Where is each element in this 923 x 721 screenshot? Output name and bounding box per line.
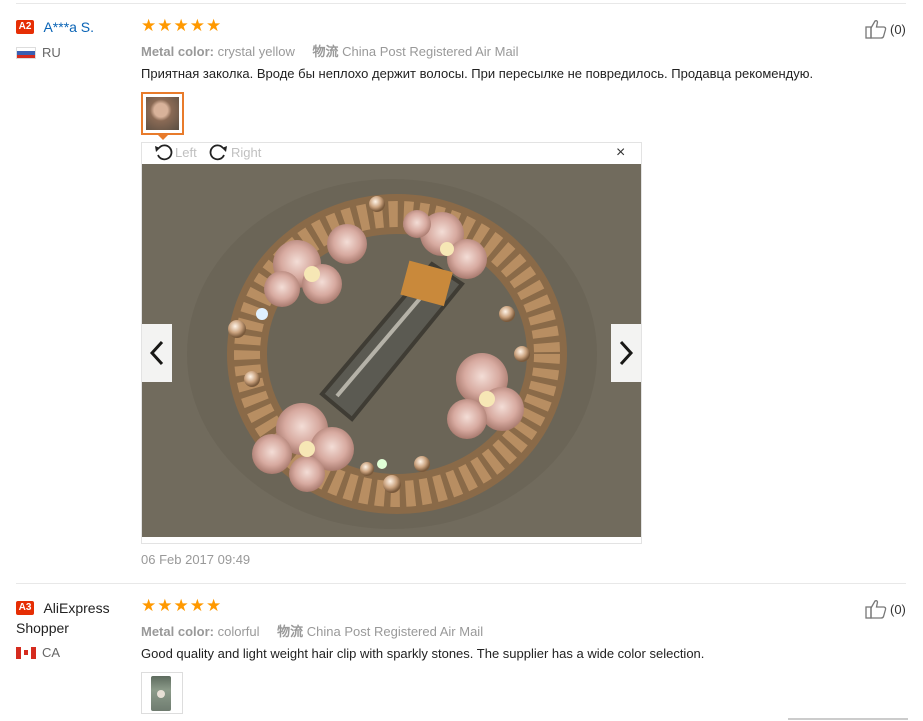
flag-ru-icon: [16, 46, 36, 59]
rotate-right-icon: [209, 144, 227, 161]
shipping-label: 物流: [312, 44, 339, 59]
photo-viewer: Left Right ×: [141, 142, 642, 544]
thumbs-up-icon: [865, 20, 887, 39]
review-photo-large: [142, 164, 641, 537]
color-label: Metal color:: [141, 44, 214, 59]
review-text: Good quality and light weight hair clip …: [141, 646, 705, 661]
divider: [16, 583, 906, 584]
color-value: crystal yellow: [217, 44, 295, 59]
rotate-left-icon: [155, 144, 173, 161]
review-text: Приятная заколка. Вроде бы неплохо держи…: [141, 66, 814, 81]
helpful-button[interactable]: (0): [865, 19, 906, 39]
shipping-value: China Post Registered Air Mail: [306, 624, 484, 639]
review-attributes: Metal color: colorful 物流 China Post Regi…: [141, 621, 483, 640]
rotate-left-button[interactable]: Left: [154, 143, 197, 161]
review-date: 06 Feb 2017 09:49: [141, 552, 251, 567]
scrollbar-hint: [788, 718, 908, 720]
viewer-toolbar: Left Right ×: [142, 143, 641, 163]
review-photo-thumbnail[interactable]: [141, 672, 183, 714]
reviewer-name-line2: Shopper: [16, 620, 69, 636]
color-label: Metal color:: [141, 624, 214, 639]
star-rating: ★★★★★: [141, 16, 223, 35]
flag-ca-icon: [16, 646, 36, 659]
divider: [16, 3, 906, 4]
review-photo-thumbnail[interactable]: [141, 92, 184, 135]
buyer-level-badge: A3: [16, 600, 34, 615]
shipping-value: China Post Registered Air Mail: [342, 44, 519, 59]
rotate-left-label: Left: [175, 144, 197, 160]
country-code: CA: [42, 645, 61, 660]
chevron-right-icon: [619, 340, 634, 366]
previous-photo-button[interactable]: [142, 324, 172, 382]
color-value: colorful: [217, 624, 260, 639]
reviewer-info: A3 AliExpress Shopper CA: [16, 599, 110, 660]
thumbnail-image: [151, 676, 171, 711]
thumbs-up-icon: [865, 600, 887, 619]
reviewer-country: RU: [16, 45, 94, 60]
next-photo-button[interactable]: [611, 324, 641, 382]
helpful-count: (0): [890, 601, 906, 617]
rotate-right-button[interactable]: Right: [208, 143, 261, 161]
reviewer-info: A2 A***a S. RU: [16, 18, 94, 60]
close-icon[interactable]: ×: [616, 145, 625, 161]
rotate-right-label: Right: [231, 144, 262, 160]
helpful-button[interactable]: (0): [865, 599, 906, 619]
thumbnail-pointer: [156, 133, 170, 140]
country-code: RU: [42, 45, 61, 60]
chevron-left-icon: [149, 340, 164, 366]
helpful-count: (0): [890, 21, 906, 37]
reviewer-country: CA: [16, 645, 110, 660]
thumbnail-image: [146, 97, 179, 130]
shipping-label: 物流: [277, 624, 304, 639]
reviewer-name[interactable]: A***a S.: [43, 19, 94, 35]
buyer-level-badge: A2: [16, 19, 34, 34]
hair-clip-image: [142, 164, 641, 537]
star-rating: ★★★★★: [141, 596, 223, 615]
reviewer-name: AliExpress: [43, 599, 110, 616]
review-attributes: Metal color: crystal yellow 物流 China Pos…: [141, 41, 518, 60]
